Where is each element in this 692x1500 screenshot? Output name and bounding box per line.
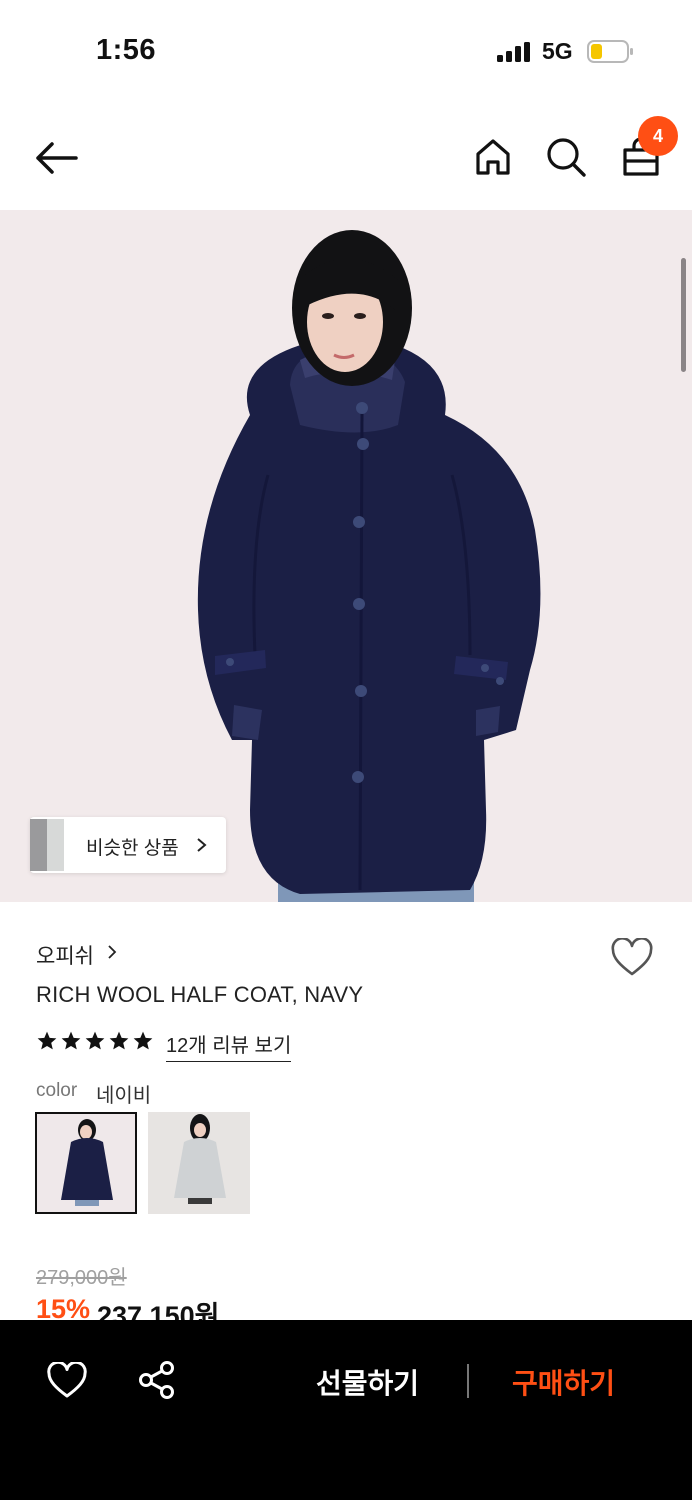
cart-count-badge: 4 (638, 116, 678, 156)
similar-products-thumbnail (30, 819, 64, 871)
reviews-link[interactable]: 12개 리뷰 보기 (166, 1029, 292, 1062)
product-title: RICH WOOL HALF COAT, NAVY (36, 982, 364, 1007)
back-arrow-icon[interactable] (32, 138, 80, 178)
bottom-action-bar: 선물하기 구매하기 (0, 1320, 692, 1500)
brand-link[interactable]: 오피쉬 (36, 940, 94, 970)
star-icon (133, 1031, 153, 1050)
model-coat-photo (0, 210, 692, 902)
original-price: 279,000원 (36, 1267, 127, 1289)
star-rating (36, 1030, 158, 1054)
color-label: color (36, 1080, 78, 1101)
star-icon (109, 1031, 129, 1050)
product-hero-image[interactable]: 비슷한 상품 (0, 210, 692, 902)
top-navigation (0, 110, 692, 206)
similar-products-label: 비슷한 상품 (86, 838, 179, 859)
search-icon[interactable] (543, 134, 589, 180)
heart-icon[interactable] (610, 938, 654, 978)
buy-button[interactable]: 구매하기 (512, 1362, 615, 1402)
navy-coat-thumbnail (37, 1114, 135, 1212)
signal-icon (497, 42, 530, 62)
star-icon (61, 1031, 81, 1050)
star-icon (37, 1031, 57, 1050)
network-type: 5G (542, 38, 573, 64)
divider (467, 1364, 469, 1398)
heart-icon[interactable] (46, 1362, 88, 1400)
grey-coat-thumbnail (148, 1112, 250, 1214)
selected-color: 네이비 (96, 1085, 152, 1107)
home-icon[interactable] (470, 134, 516, 180)
color-swatch-grey[interactable] (148, 1112, 250, 1214)
color-swatch-navy[interactable] (35, 1112, 137, 1214)
star-icon (85, 1031, 105, 1050)
battery-icon (587, 40, 633, 63)
chevron-right-icon (197, 838, 207, 852)
status-time: 1:56 (96, 34, 157, 66)
chevron-right-icon (108, 945, 117, 959)
share-icon[interactable] (138, 1360, 176, 1400)
image-scroll-indicator (681, 258, 686, 372)
similar-products-button[interactable]: 비슷한 상품 (30, 817, 226, 873)
gift-button[interactable]: 선물하기 (316, 1362, 419, 1402)
status-bar: 1:56 5G (0, 0, 692, 100)
